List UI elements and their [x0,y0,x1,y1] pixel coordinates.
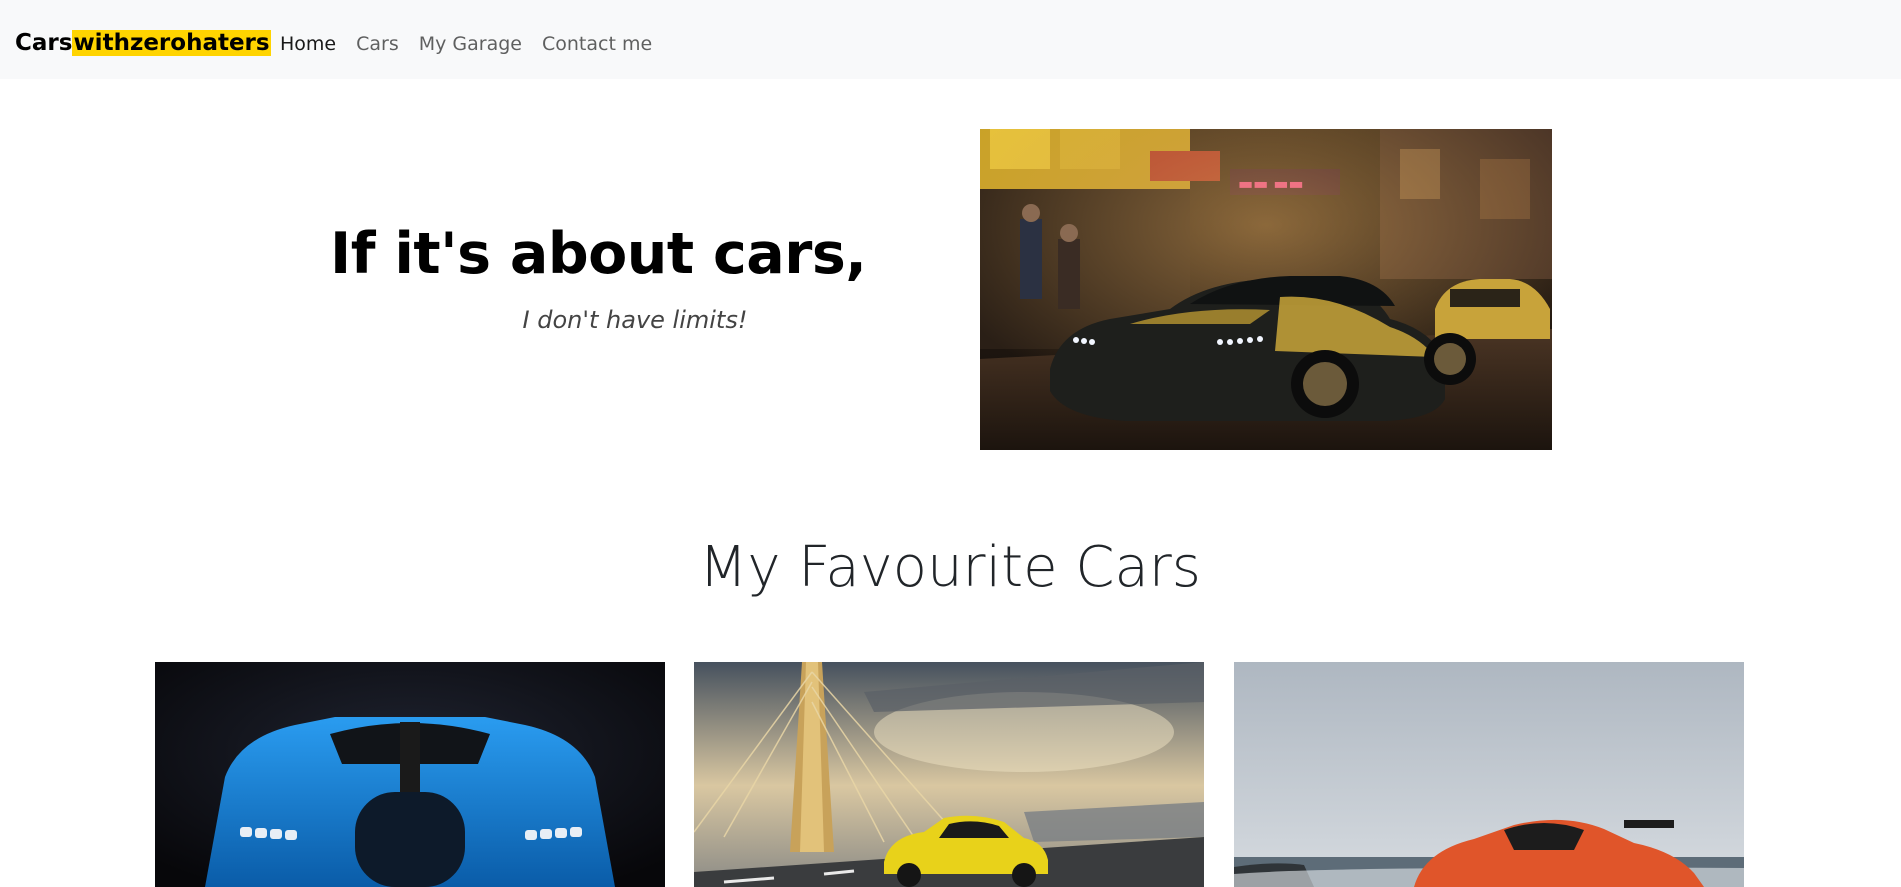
nav-link-contact-me[interactable]: Contact me [532,29,662,59]
hero-car-image: ▬▬ ▬▬ [980,129,1552,450]
car-card-3[interactable] [1234,662,1744,887]
nav-link-cars[interactable]: Cars [346,29,409,59]
nav-links: Home Cars My Garage Contact me [270,29,662,59]
brand-highlight: withzerohaters [72,30,271,56]
navbar: Carswithzerohaters Home Cars My Garage C… [0,0,1901,79]
favourites-title: My Favourite Cars [699,535,1201,600]
nav-link-home[interactable]: Home [270,29,346,59]
brand-prefix: Cars [15,30,73,56]
car-card-2[interactable] [694,662,1204,887]
hero-subheading: I don't have limits! [522,306,748,334]
nav-link-my-garage[interactable]: My Garage [409,29,532,59]
hero-heading: If it's about cars, [330,221,867,287]
car-card-1[interactable] [155,662,665,887]
brand-logo[interactable]: Carswithzerohaters [15,27,271,59]
